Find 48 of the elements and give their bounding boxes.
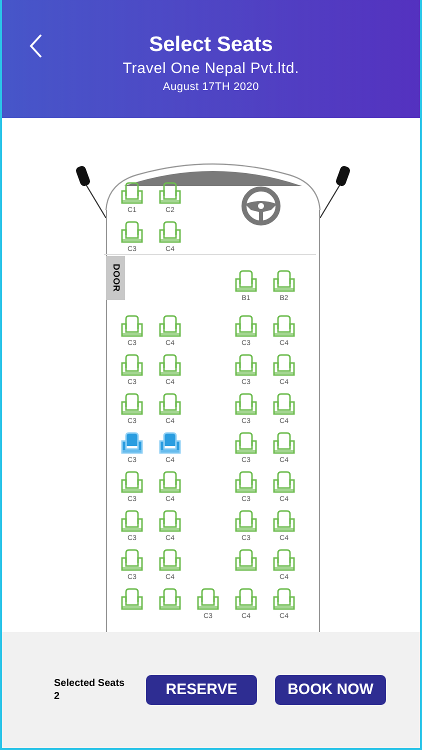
seat-icon[interactable] <box>272 471 296 495</box>
reserve-button[interactable]: RESERVE <box>146 675 257 705</box>
seat-icon[interactable] <box>158 221 182 245</box>
seat-icon[interactable] <box>158 315 182 339</box>
seat-icon[interactable] <box>120 182 144 206</box>
seat-icon[interactable] <box>196 588 220 612</box>
seat-icon[interactable] <box>234 354 258 378</box>
seat-icon[interactable] <box>120 354 144 378</box>
seat-icon[interactable] <box>158 510 182 534</box>
selected-seats-label: Selected Seats <box>54 677 126 690</box>
travel-date: August 17TH 2020 <box>162 80 260 95</box>
seat-icon[interactable] <box>234 315 258 339</box>
seat-icon[interactable] <box>158 432 182 456</box>
seat-icon[interactable] <box>158 549 182 573</box>
seat-icon[interactable] <box>272 549 296 573</box>
book-now-button[interactable]: BOOK NOW <box>275 675 386 705</box>
seat-icon[interactable] <box>272 393 296 417</box>
seat-icon[interactable] <box>120 315 144 339</box>
operator-name: Travel One Nepal Pvt.ltd. <box>122 59 300 79</box>
seat-icon[interactable] <box>158 354 182 378</box>
seat-icon[interactable] <box>158 588 182 612</box>
seat-icon[interactable] <box>234 510 258 534</box>
seat-icon[interactable] <box>272 270 296 294</box>
seat-icon[interactable] <box>158 393 182 417</box>
seat-icon[interactable] <box>234 393 258 417</box>
page-title: Select Seats <box>149 32 273 58</box>
door-text: DOOR <box>110 264 122 292</box>
seat-icon[interactable] <box>120 393 144 417</box>
seat-icon[interactable] <box>272 510 296 534</box>
seat-icon[interactable] <box>234 270 258 294</box>
seat-icon[interactable] <box>120 221 144 245</box>
steering-wheel-icon <box>241 186 281 226</box>
seat-icon[interactable] <box>272 432 296 456</box>
seat-icon[interactable] <box>158 182 182 206</box>
seat-icon[interactable] <box>272 354 296 378</box>
seat-icon[interactable] <box>120 588 144 612</box>
seat-icon[interactable] <box>234 471 258 495</box>
seat-icon[interactable] <box>234 432 258 456</box>
seat-icon[interactable] <box>120 549 144 573</box>
selected-seats-count: 2 <box>54 690 61 703</box>
seat-icon[interactable] <box>234 588 258 612</box>
seat-icon[interactable] <box>272 588 296 612</box>
seat-icon[interactable] <box>234 549 258 573</box>
seat-icon[interactable] <box>120 471 144 495</box>
seat-icon[interactable] <box>120 510 144 534</box>
seat-icon[interactable] <box>272 315 296 339</box>
seat-icon[interactable] <box>158 471 182 495</box>
seat-icon[interactable] <box>120 432 144 456</box>
